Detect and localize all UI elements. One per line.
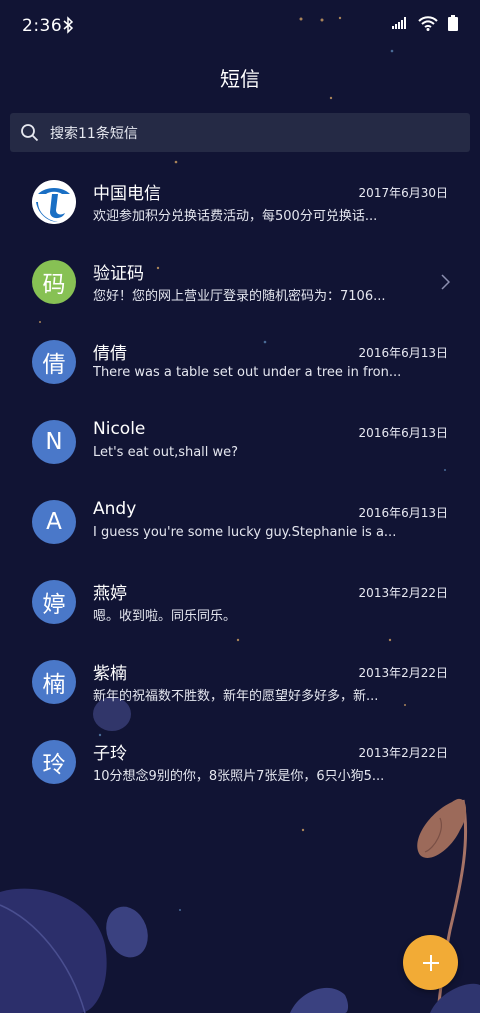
- message-preview: 欢迎参加积分兑换话费活动，每500分可兑换话...: [93, 209, 378, 224]
- contact-name: 验证码: [93, 264, 144, 284]
- battery-icon: [448, 15, 458, 31]
- message-date: 2013年2月22日: [358, 586, 448, 600]
- wifi-icon: [418, 15, 438, 31]
- contact-name: 中国电信: [93, 184, 161, 204]
- status-time: 2:36: [22, 16, 63, 36]
- message-date: 2013年2月22日: [358, 666, 448, 680]
- page-title: 短信: [220, 67, 260, 91]
- message-preview: I guess you're some lucky guy.Stephanie …: [93, 525, 397, 540]
- message-preview: There was a table set out under a tree i…: [93, 365, 402, 380]
- contact-name: 燕婷: [93, 584, 127, 604]
- conversation-item[interactable]: 玲 子玲 2013年2月22日 10分想念9别的你，8张照片7张是你，6只小狗5…: [0, 722, 480, 802]
- signal-icon: [392, 17, 406, 29]
- bluetooth-icon: [63, 16, 74, 34]
- avatar: 婷: [32, 580, 76, 624]
- chevron-right-icon: [441, 274, 450, 290]
- new-message-button[interactable]: [403, 935, 458, 990]
- avatar: N: [32, 420, 76, 464]
- message-date: 2016年6月13日: [358, 426, 448, 440]
- message-preview: Let's eat out,shall we?: [93, 445, 239, 460]
- avatar: 楠: [32, 660, 76, 704]
- search-input[interactable]: 搜索11条短信: [10, 113, 470, 152]
- conversation-list: 中国电信 2017年6月30日 欢迎参加积分兑换话费活动，每500分可兑换话..…: [0, 162, 480, 802]
- avatar: A: [32, 500, 76, 544]
- plus-icon: [422, 954, 439, 971]
- avatar: [32, 180, 76, 224]
- avatar: 玲: [32, 740, 76, 784]
- message-preview: 您好！您的网上营业厅登录的随机密码为：7106...: [93, 289, 386, 304]
- status-icons: [392, 15, 458, 31]
- search-placeholder: 搜索11条短信: [50, 126, 138, 142]
- contact-name: Andy: [93, 499, 137, 519]
- contact-name: 子玲: [93, 744, 127, 764]
- conversation-item[interactable]: 婷 燕婷 2013年2月22日 嗯。收到啦。同乐同乐。: [0, 562, 480, 642]
- avatar: 倩: [32, 340, 76, 384]
- message-date: 2016年6月13日: [358, 506, 448, 520]
- contact-name: 倩倩: [93, 344, 127, 364]
- conversation-item[interactable]: 码 验证码 您好！您的网上营业厅登录的随机密码为：7106...: [0, 242, 480, 322]
- search-icon: [21, 124, 39, 142]
- message-date: 2013年2月22日: [358, 746, 448, 760]
- contact-name: Nicole: [93, 419, 146, 439]
- message-preview: 10分想念9别的你，8张照片7张是你，6只小狗5...: [93, 769, 385, 784]
- china-telecom-logo-icon: [32, 180, 76, 224]
- conversation-item[interactable]: A Andy 2016年6月13日 I guess you're some lu…: [0, 482, 480, 562]
- message-preview: 新年的祝福数不胜数，新年的愿望好多好多，新...: [93, 689, 379, 704]
- contact-name: 紫楠: [93, 664, 127, 684]
- conversation-item[interactable]: N Nicole 2016年6月13日 Let's eat out,shall …: [0, 402, 480, 482]
- conversation-item[interactable]: 楠 紫楠 2013年2月22日 新年的祝福数不胜数，新年的愿望好多好多，新...: [0, 642, 480, 722]
- avatar: 码: [32, 260, 76, 304]
- conversation-item[interactable]: 中国电信 2017年6月30日 欢迎参加积分兑换话费活动，每500分可兑换话..…: [0, 162, 480, 242]
- message-preview: 嗯。收到啦。同乐同乐。: [93, 609, 237, 624]
- conversation-item[interactable]: 倩 倩倩 2016年6月13日 There was a table set ou…: [0, 322, 480, 402]
- message-date: 2016年6月13日: [358, 346, 448, 360]
- status-bar: 2:36: [0, 0, 480, 52]
- message-date: 2017年6月30日: [358, 186, 448, 200]
